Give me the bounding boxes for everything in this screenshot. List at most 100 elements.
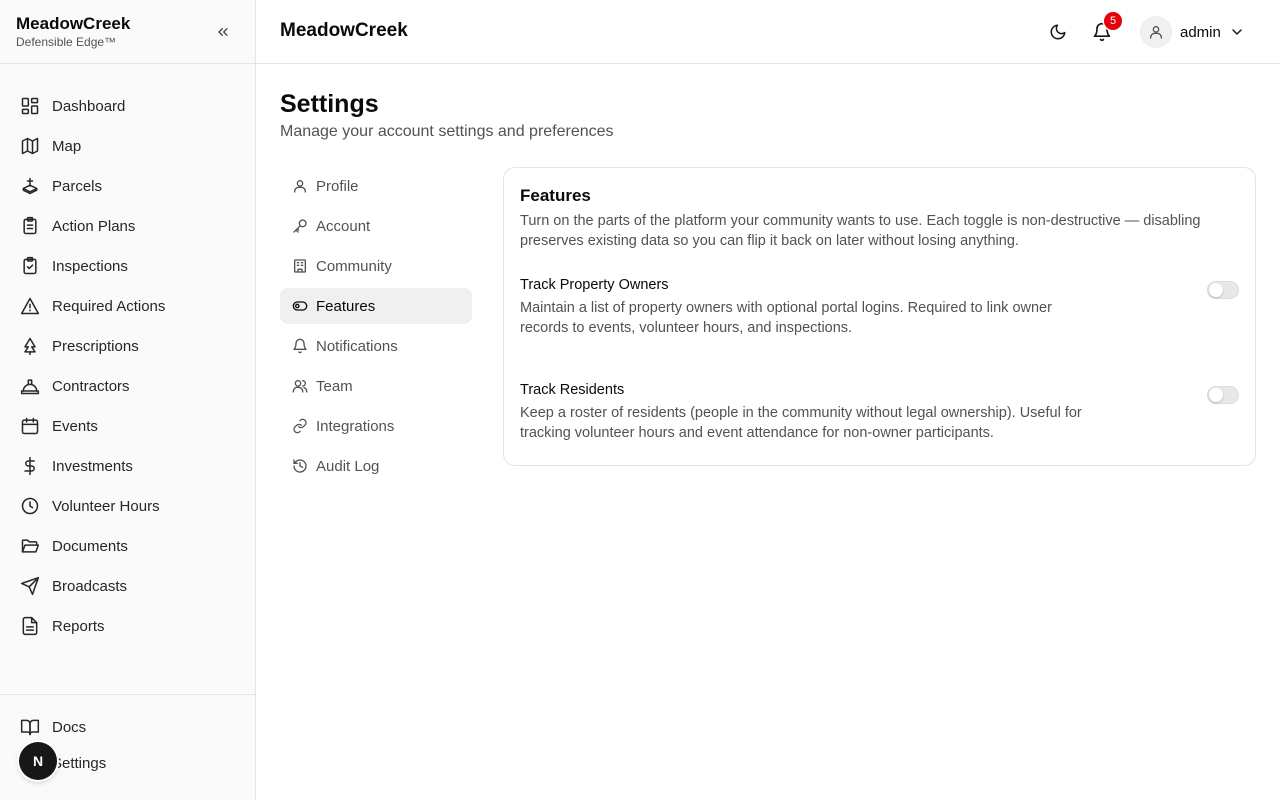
user-name: admin: [1180, 23, 1221, 41]
user-icon: [292, 178, 308, 194]
settings-tab-label: Audit Log: [316, 457, 380, 475]
settings-tab-label: Team: [316, 377, 353, 395]
building-icon: [292, 258, 308, 274]
sidebar-item-label: Volunteer Hours: [52, 497, 160, 515]
header-title: MeadowCreek: [280, 20, 408, 41]
calendar-icon: [20, 416, 40, 436]
toggle-icon: [292, 298, 308, 314]
feature-track-residents: Track Residents Keep a roster of residen…: [520, 380, 1239, 443]
users-icon: [292, 378, 308, 394]
avatar: [1140, 16, 1172, 48]
track-residents-toggle[interactable]: [1207, 386, 1239, 404]
sidebar-item-action-plans[interactable]: Action Plans: [0, 206, 255, 246]
settings-nav: Profile Account Community Features Notif…: [280, 168, 472, 488]
top-header: MeadowCreek 5 admin: [256, 0, 1280, 64]
sidebar-item-volunteer-hours[interactable]: Volunteer Hours: [0, 486, 255, 526]
sidebar-item-label: Map: [52, 137, 82, 155]
toggle-knob: [1209, 283, 1223, 297]
feature-description: Maintain a list of property owners with …: [520, 300, 1052, 336]
settings-tab-label: Community: [316, 257, 392, 275]
sidebar-item-inspections[interactable]: Inspections: [0, 246, 255, 286]
sidebar-item-label: Investments: [52, 457, 133, 475]
key-icon: [292, 218, 308, 234]
history-icon: [292, 458, 308, 474]
map-icon: [20, 136, 40, 156]
sidebar-item-documents[interactable]: Documents: [0, 526, 255, 566]
features-card: Features Turn on the parts of the platfo…: [503, 167, 1256, 466]
moon-icon: [1050, 24, 1066, 40]
clock-icon: [20, 496, 40, 516]
book-icon: [20, 717, 40, 737]
settings-tab-notifications[interactable]: Notifications: [280, 328, 472, 364]
feature-title: Track Residents: [520, 382, 625, 398]
feature-description: Keep a roster of residents (people in th…: [520, 405, 1082, 441]
sidebar-item-label: Action Plans: [52, 217, 136, 235]
page-title: Settings: [280, 90, 379, 118]
sidebar-item-docs[interactable]: Docs: [0, 709, 255, 745]
settings-tab-audit-log[interactable]: Audit Log: [280, 448, 472, 484]
chevron-down-icon: [1229, 24, 1245, 40]
theme-toggle-button[interactable]: [1046, 20, 1070, 44]
settings-tab-community[interactable]: Community: [280, 248, 472, 284]
settings-tab-label: Account: [316, 217, 371, 235]
sidebar-item-label: Reports: [52, 617, 105, 635]
bell-icon: [292, 338, 308, 354]
sidebar-item-label: Parcels: [52, 177, 103, 195]
settings-tab-team[interactable]: Team: [280, 368, 472, 404]
sidebar-item-investments[interactable]: Investments: [0, 446, 255, 486]
layout-grid-icon: [20, 96, 40, 116]
sidebar-item-label: Dashboard: [52, 97, 126, 115]
track-property-owners-toggle[interactable]: [1207, 281, 1239, 299]
sidebar: MeadowCreek Defensible Edge™ Dashboard M…: [0, 0, 256, 800]
sidebar-item-label: Required Actions: [52, 297, 166, 315]
notification-count-badge: 5: [1104, 12, 1122, 30]
workspace-avatar[interactable]: N: [19, 742, 57, 780]
hard-hat-icon: [20, 376, 40, 396]
settings-tab-profile[interactable]: Profile: [280, 168, 472, 204]
settings-tab-integrations[interactable]: Integrations: [280, 408, 472, 444]
clipboard-list-icon: [20, 216, 40, 236]
sidebar-item-map[interactable]: Map: [0, 126, 255, 166]
sidebar-item-label: Broadcasts: [52, 577, 128, 595]
sidebar-item-prescriptions[interactable]: Prescriptions: [0, 326, 255, 366]
sidebar-item-label: Settings: [52, 754, 107, 772]
parcels-icon: [20, 176, 40, 196]
file-text-icon: [20, 616, 40, 636]
sidebar-item-required-actions[interactable]: Required Actions: [0, 286, 255, 326]
chevrons-left-icon: [218, 27, 228, 36]
sidebar-item-label: Inspections: [52, 257, 128, 275]
settings-tab-label: Notifications: [316, 337, 398, 355]
sidebar-item-label: Docs: [52, 718, 87, 736]
sidebar-item-contractors[interactable]: Contractors: [0, 366, 255, 406]
settings-tab-account[interactable]: Account: [280, 208, 472, 244]
sidebar-nav: Dashboard Map Parcels Action Plans Inspe…: [0, 64, 255, 646]
settings-tab-label: Profile: [316, 177, 359, 195]
send-icon: [20, 576, 40, 596]
feature-track-property-owners: Track Property Owners Maintain a list of…: [520, 275, 1239, 338]
feature-title: Track Property Owners: [520, 277, 669, 293]
brand: MeadowCreek Defensible Edge™: [0, 0, 255, 64]
sidebar-item-reports[interactable]: Reports: [0, 606, 255, 646]
sidebar-item-label: Events: [52, 417, 98, 435]
card-description: Turn on the parts of the platform your c…: [520, 213, 1201, 249]
sidebar-item-events[interactable]: Events: [0, 406, 255, 446]
sidebar-item-label: Documents: [52, 537, 128, 555]
collapse-sidebar-button[interactable]: [213, 22, 233, 42]
warning-triangle-icon: [20, 296, 40, 316]
sidebar-item-label: Contractors: [52, 377, 130, 395]
settings-tab-label: Features: [316, 297, 376, 315]
folder-open-icon: [20, 536, 40, 556]
sidebar-item-dashboard[interactable]: Dashboard: [0, 86, 255, 126]
settings-tab-label: Integrations: [316, 417, 395, 435]
user-icon: [1150, 26, 1162, 39]
clipboard-check-icon: [20, 256, 40, 276]
tree-icon: [20, 336, 40, 356]
card-title: Features: [520, 186, 591, 205]
user-menu-button[interactable]: admin: [1140, 16, 1245, 48]
sidebar-item-broadcasts[interactable]: Broadcasts: [0, 566, 255, 606]
sidebar-item-label: Prescriptions: [52, 337, 139, 355]
settings-tab-features[interactable]: Features: [280, 288, 472, 324]
sidebar-item-parcels[interactable]: Parcels: [0, 166, 255, 206]
dollar-icon: [20, 456, 40, 476]
toggle-knob: [1209, 388, 1223, 402]
